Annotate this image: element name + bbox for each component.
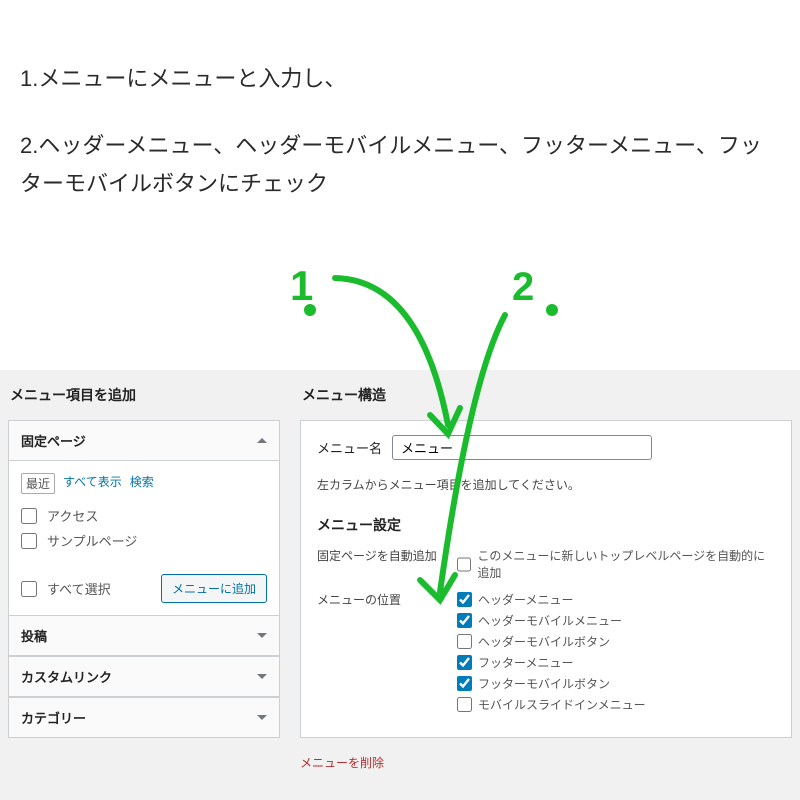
panel-category[interactable]: カテゴリー: [9, 697, 279, 737]
add-to-menu-button[interactable]: メニューに追加: [161, 574, 267, 603]
add-items-column: メニュー項目を追加 固定ページ 最近 すべて表示 検索 アクセス サンプルペー: [0, 370, 280, 800]
add-items-title: メニュー項目を追加: [10, 385, 280, 405]
pos-mobile-slidein-checkbox[interactable]: [457, 697, 472, 712]
pos-header-mobile-menu: ヘッダーモバイルメニュー: [457, 612, 646, 629]
fixed-page-footer: すべて選択 メニューに追加: [9, 568, 279, 615]
pos-footer-mobile-buttons: フッターモバイルボタン: [457, 675, 646, 692]
position-label: メニューの位置: [317, 591, 447, 608]
pos-header-mobile-buttons: ヘッダーモバイルボタン: [457, 633, 646, 650]
pos-mobile-slidein-label: モバイルスライドインメニュー: [478, 696, 646, 713]
pos-header-mobile-buttons-label: ヘッダーモバイルボタン: [478, 633, 610, 650]
chevron-up-icon: [257, 438, 267, 443]
tab-recent[interactable]: 最近: [21, 473, 55, 494]
pos-header-menu: ヘッダーメニュー: [457, 591, 646, 608]
pos-mobile-slidein: モバイルスライドインメニュー: [457, 696, 646, 713]
pos-header-mobile-menu-label: ヘッダーモバイルメニュー: [478, 612, 622, 629]
menu-name-input[interactable]: [392, 435, 652, 460]
auto-add-option: このメニューに新しいトップレベルページを自動的に追加: [457, 547, 775, 581]
chevron-down-icon: [257, 633, 267, 638]
tab-show-all[interactable]: すべて表示: [63, 473, 122, 494]
auto-add-option-label: このメニューに新しいトップレベルページを自動的に追加: [477, 547, 775, 581]
page-tabs: 最近 すべて表示 検索: [21, 473, 267, 494]
help-text: 左カラムからメニュー項目を追加してください。: [317, 476, 775, 493]
admin-panel: メニュー項目を追加 固定ページ 最近 すべて表示 検索 アクセス サンプルペー: [0, 370, 800, 800]
menu-name-label: メニュー名: [317, 438, 382, 457]
structure-panel: メニュー名 左カラムからメニュー項目を追加してください。 メニュー設定 固定ペー…: [300, 420, 792, 738]
instruction-2: 2.ヘッダーメニュー、ヘッダーモバイルメニュー、フッターメニュー、フッターモバイ…: [20, 127, 780, 202]
svg-text:1: 1: [290, 262, 313, 309]
accordion: 固定ページ 最近 すべて表示 検索 アクセス サンプルページ: [8, 420, 280, 738]
pos-footer-menu-label: フッターメニュー: [478, 654, 574, 671]
item-access-row: アクセス: [21, 506, 267, 525]
item-access-checkbox[interactable]: [21, 508, 37, 524]
menu-settings-title: メニュー設定: [317, 515, 775, 535]
pos-footer-menu-checkbox[interactable]: [457, 655, 472, 670]
panel-fixed-page[interactable]: 固定ページ: [9, 421, 279, 461]
pos-footer-mobile-buttons-label: フッターモバイルボタン: [478, 675, 610, 692]
panel-posts[interactable]: 投稿: [9, 615, 279, 656]
item-sample-label: サンプルページ: [47, 531, 137, 550]
menu-name-row: メニュー名: [317, 435, 775, 460]
position-opts: ヘッダーメニュー ヘッダーモバイルメニュー ヘッダーモバイルボタン フッターメニ…: [457, 591, 646, 713]
menu-structure-title: メニュー構造: [302, 385, 792, 405]
menu-structure-column: メニュー構造 メニュー名 左カラムからメニュー項目を追加してください。 メニュー…: [280, 370, 800, 800]
tab-search[interactable]: 検索: [130, 473, 154, 494]
fixed-page-body: 最近 すべて表示 検索 アクセス サンプルページ: [9, 461, 279, 568]
item-access-label: アクセス: [47, 506, 98, 525]
panel-category-label: カテゴリー: [21, 708, 86, 727]
chevron-down-icon: [257, 715, 267, 720]
auto-add-opts: このメニューに新しいトップレベルページを自動的に追加: [457, 547, 775, 581]
panel-custom-link[interactable]: カスタムリンク: [9, 656, 279, 697]
panel-posts-label: 投稿: [21, 626, 47, 645]
item-sample-checkbox[interactable]: [21, 533, 37, 549]
instructions-block: 1.メニューにメニューと入力し、 2.ヘッダーメニュー、ヘッダーモバイルメニュー…: [0, 0, 800, 242]
select-all-checkbox[interactable]: [21, 581, 37, 597]
panel-custom-link-label: カスタムリンク: [21, 667, 112, 686]
auto-add-checkbox[interactable]: [457, 557, 471, 572]
pos-footer-mobile-buttons-checkbox[interactable]: [457, 676, 472, 691]
pos-header-menu-checkbox[interactable]: [457, 592, 472, 607]
instruction-1: 1.メニューにメニューと入力し、: [20, 60, 780, 97]
pos-header-mobile-buttons-checkbox[interactable]: [457, 634, 472, 649]
select-all-row: すべて選択: [21, 579, 111, 598]
item-sample-row: サンプルページ: [21, 531, 267, 550]
chevron-down-icon: [257, 674, 267, 679]
position-row: メニューの位置 ヘッダーメニュー ヘッダーモバイルメニュー ヘッダーモバイルボタ…: [317, 591, 775, 713]
panel-fixed-page-label: 固定ページ: [21, 431, 86, 450]
select-all-label: すべて選択: [47, 579, 111, 598]
auto-add-label: 固定ページを自動追加: [317, 547, 447, 564]
svg-text:2: 2: [512, 265, 534, 309]
pos-footer-menu: フッターメニュー: [457, 654, 646, 671]
auto-add-row: 固定ページを自動追加 このメニューに新しいトップレベルページを自動的に追加: [317, 547, 775, 581]
delete-menu-link[interactable]: メニューを削除: [300, 754, 384, 771]
pos-header-mobile-menu-checkbox[interactable]: [457, 613, 472, 628]
pos-header-menu-label: ヘッダーメニュー: [478, 591, 574, 608]
